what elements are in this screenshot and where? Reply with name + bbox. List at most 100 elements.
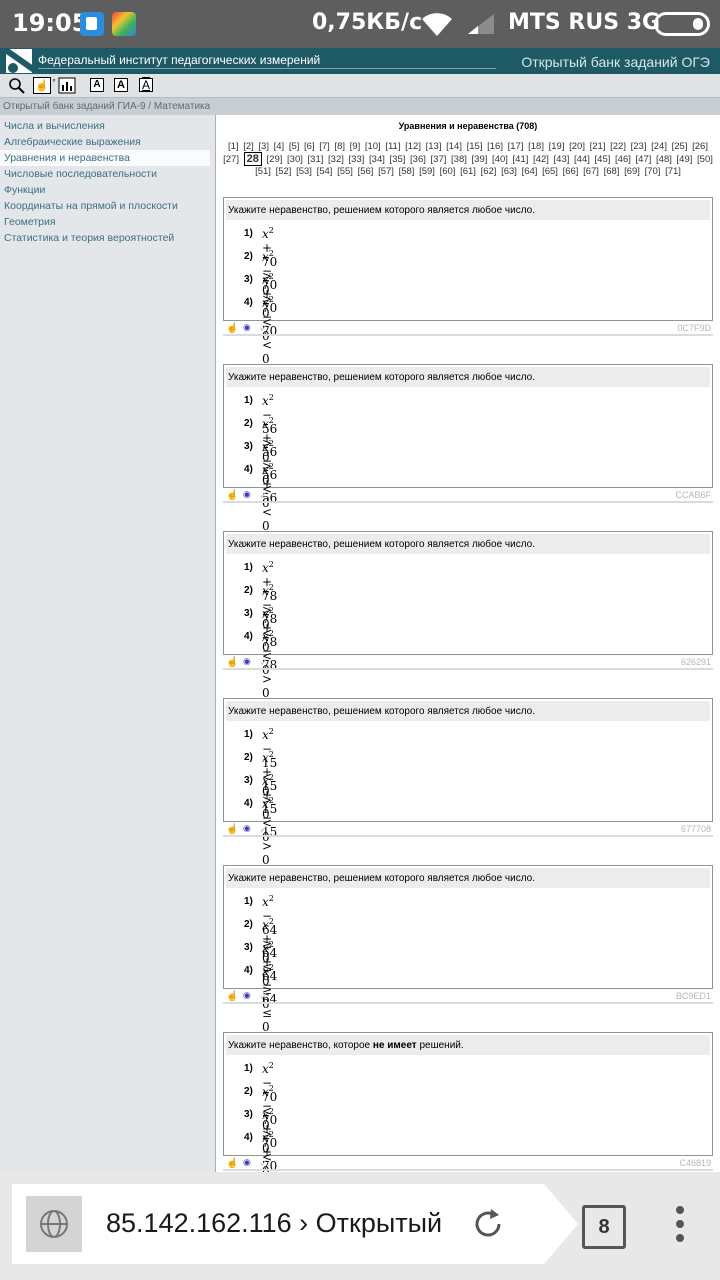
page-link[interactable]: [3]	[258, 141, 269, 152]
page-link[interactable]: [13]	[426, 141, 442, 152]
sidebar-item[interactable]: Функции	[0, 182, 215, 198]
page-link[interactable]: [21]	[590, 141, 606, 152]
page-link[interactable]: [47]	[636, 154, 652, 165]
page-link[interactable]: [69]	[624, 166, 640, 177]
page-link[interactable]: [11]	[385, 141, 400, 152]
page-link[interactable]: [50]	[697, 154, 713, 165]
hand-icon[interactable]: ☝	[226, 657, 238, 668]
hand-icon[interactable]: ☝	[226, 323, 238, 334]
page-link[interactable]: [48]	[656, 154, 672, 165]
font-large-button[interactable]: A	[139, 78, 153, 92]
page-link[interactable]: [43]	[554, 154, 570, 165]
page-link[interactable]: [10]	[365, 141, 381, 152]
font-small-button[interactable]: A	[90, 78, 104, 92]
page-link[interactable]: [8]	[334, 141, 345, 152]
hand-icon[interactable]: ☝	[226, 824, 238, 835]
view-solution-icon[interactable]: ◉	[243, 656, 251, 667]
stats-icon[interactable]	[58, 77, 76, 94]
page-link[interactable]: [14]	[446, 141, 462, 152]
page-link[interactable]: [4]	[274, 141, 285, 152]
hand-icon[interactable]: ☝	[226, 991, 238, 1002]
page-link[interactable]: [32]	[328, 154, 344, 165]
page-link[interactable]: [52]	[276, 166, 292, 177]
page-link[interactable]: [55]	[337, 166, 353, 177]
page-link[interactable]: [68]	[604, 166, 620, 177]
page-link[interactable]: [44]	[574, 154, 590, 165]
reload-icon[interactable]	[470, 1206, 506, 1242]
page-link[interactable]: [12]	[405, 141, 421, 152]
page-link[interactable]: [33]	[349, 154, 365, 165]
hand-icon[interactable]: ☝	[226, 490, 238, 501]
tab-switcher-button[interactable]: 8	[582, 1205, 626, 1249]
page-link[interactable]: [22]	[610, 141, 626, 152]
page-link[interactable]: [53]	[296, 166, 312, 177]
page-link[interactable]: [16]	[487, 141, 503, 152]
page-link[interactable]: [42]	[533, 154, 549, 165]
page-link[interactable]: [34]	[369, 154, 385, 165]
check-icon[interactable]: ✓	[259, 488, 269, 502]
page-link[interactable]: [64]	[522, 166, 538, 177]
page-link[interactable]: [36]	[410, 154, 426, 165]
page-link[interactable]: [17]	[508, 141, 524, 152]
check-icon[interactable]: ✓	[259, 822, 269, 836]
page-link[interactable]: [67]	[583, 166, 599, 177]
page-link[interactable]: [20]	[569, 141, 585, 152]
page-link[interactable]: [40]	[492, 154, 508, 165]
page-link[interactable]: [27]	[223, 154, 239, 165]
page-link[interactable]: [60]	[440, 166, 456, 177]
url-text[interactable]: 85.142.162.116 › Открытый банк заданий	[106, 1208, 450, 1239]
view-solution-icon[interactable]: ◉	[243, 990, 251, 1001]
view-solution-icon[interactable]: ◉	[243, 489, 251, 500]
check-icon[interactable]: ✓	[259, 321, 269, 335]
check-icon[interactable]: ✓	[259, 655, 269, 669]
sidebar-item[interactable]: Уравнения и неравенства	[0, 150, 210, 166]
sidebar-item[interactable]: Числовые последовательности	[0, 166, 215, 182]
breadcrumb[interactable]: Открытый банк заданий ГИА-9 / Математика	[0, 98, 720, 115]
page-link[interactable]: [37]	[431, 154, 447, 165]
page-link[interactable]: [35]	[390, 154, 406, 165]
page-link[interactable]: [66]	[563, 166, 579, 177]
font-medium-button[interactable]: A	[114, 78, 128, 92]
page-link[interactable]: [54]	[317, 166, 333, 177]
page-link[interactable]: [26]	[692, 141, 708, 152]
page-link[interactable]: [49]	[677, 154, 693, 165]
view-solution-icon[interactable]: ◉	[243, 1157, 251, 1168]
page-link[interactable]: [65]	[542, 166, 558, 177]
sidebar-item[interactable]: Геометрия	[0, 214, 215, 230]
page-link[interactable]: [2]	[243, 141, 254, 152]
check-icon[interactable]: ✓	[259, 989, 269, 1003]
page-link[interactable]: [51]	[255, 166, 271, 177]
fipi-logo[interactable]	[6, 49, 32, 73]
page-link[interactable]: [6]	[304, 141, 315, 152]
hand-icon[interactable]: ☝	[226, 1158, 238, 1169]
page-link[interactable]: [58]	[399, 166, 415, 177]
view-solution-icon[interactable]: ◉	[243, 322, 251, 333]
sidebar-item[interactable]: Статистика и теория вероятностей	[0, 230, 215, 246]
search-icon[interactable]	[8, 77, 26, 94]
address-bar[interactable]: 85.142.162.116 › Открытый банк заданий	[12, 1184, 578, 1264]
menu-icon[interactable]	[672, 1206, 688, 1250]
page-link[interactable]: [18]	[528, 141, 544, 152]
page-link[interactable]: [39]	[472, 154, 488, 165]
page-link[interactable]: [56]	[358, 166, 374, 177]
page-link[interactable]: [62]	[481, 166, 497, 177]
page-link[interactable]: [61]	[460, 166, 476, 177]
sidebar-item[interactable]: Алгебраические выражения	[0, 134, 215, 150]
page-link[interactable]: [29]	[267, 154, 283, 165]
globe-icon[interactable]	[26, 1196, 82, 1252]
page-link[interactable]: [57]	[378, 166, 394, 177]
page-link[interactable]: [71]	[665, 166, 681, 177]
page-link[interactable]: [7]	[319, 141, 330, 152]
hand-mode-icon[interactable]: ☝	[33, 77, 51, 94]
page-link[interactable]: [1]	[228, 141, 239, 152]
sidebar-item[interactable]: Координаты на прямой и плоскости	[0, 198, 215, 214]
page-link[interactable]: [24]	[651, 141, 667, 152]
degree-icon[interactable]: °	[51, 74, 57, 91]
page-link[interactable]: [46]	[615, 154, 631, 165]
page-link[interactable]: [59]	[419, 166, 435, 177]
sidebar-item[interactable]: Числа и вычисления	[0, 118, 215, 134]
page-link[interactable]: [38]	[451, 154, 467, 165]
view-solution-icon[interactable]: ◉	[243, 823, 251, 834]
page-link[interactable]: [31]	[308, 154, 324, 165]
page-link[interactable]: [9]	[350, 141, 361, 152]
